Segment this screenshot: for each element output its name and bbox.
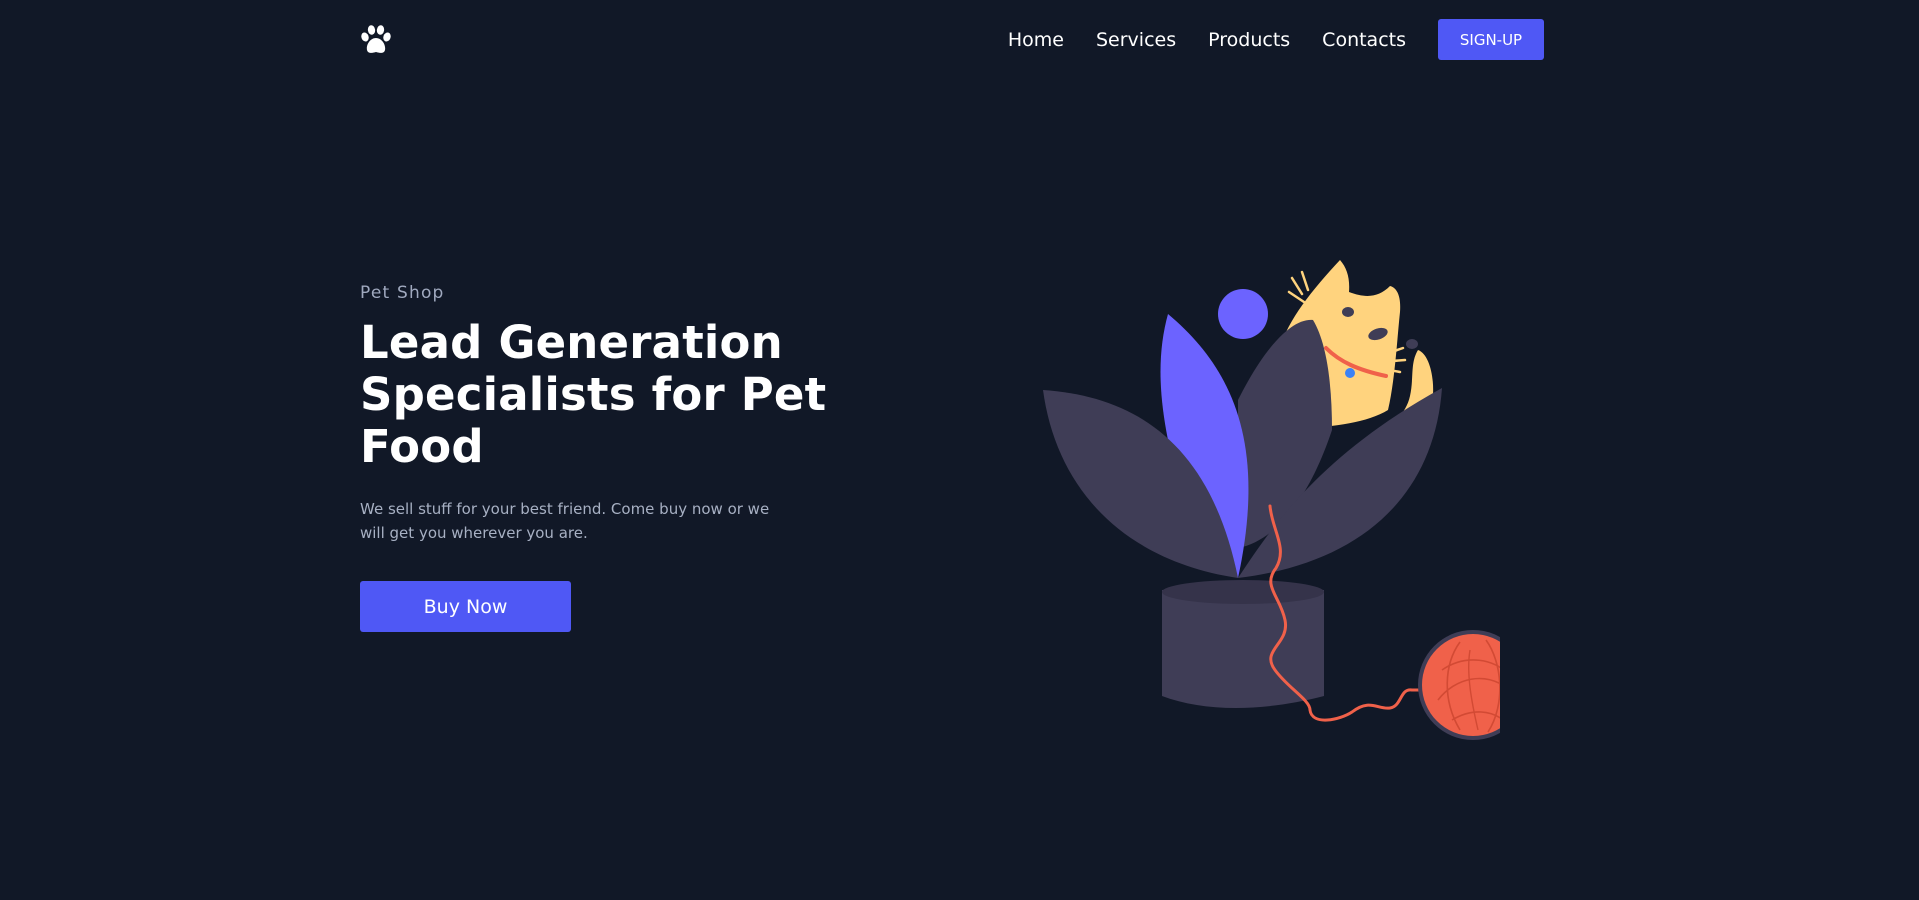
cat-plant-illustration xyxy=(1040,230,1528,750)
pot-rim xyxy=(1162,580,1324,604)
moon-circle xyxy=(1218,289,1268,339)
hero-title: Lead Generation Specialists for Pet Food xyxy=(360,316,827,473)
nav-link-contacts[interactable]: Contacts xyxy=(1322,29,1406,51)
buy-now-button[interactable]: Buy Now xyxy=(360,581,571,632)
signup-button[interactable]: SIGN-UP xyxy=(1438,19,1544,60)
hero-section: Pet Shop Lead Generation Specialists for… xyxy=(360,283,830,632)
cat-eye-right xyxy=(1406,339,1418,349)
cat-eye-left xyxy=(1342,307,1354,317)
nav-links: Home Services Products Contacts SIGN-UP xyxy=(1008,19,1544,60)
plant-pot xyxy=(1162,590,1324,708)
collar-bell xyxy=(1345,368,1355,378)
top-nav: Home Services Products Contacts SIGN-UP xyxy=(360,19,1544,60)
nav-link-products[interactable]: Products xyxy=(1208,29,1290,51)
hero-description: We sell stuff for your best friend. Come… xyxy=(360,500,770,542)
nav-link-home[interactable]: Home xyxy=(1008,29,1064,51)
hero-eyebrow: Pet Shop xyxy=(360,283,445,303)
paw-icon[interactable] xyxy=(360,25,392,55)
nav-link-services[interactable]: Services xyxy=(1096,29,1176,51)
